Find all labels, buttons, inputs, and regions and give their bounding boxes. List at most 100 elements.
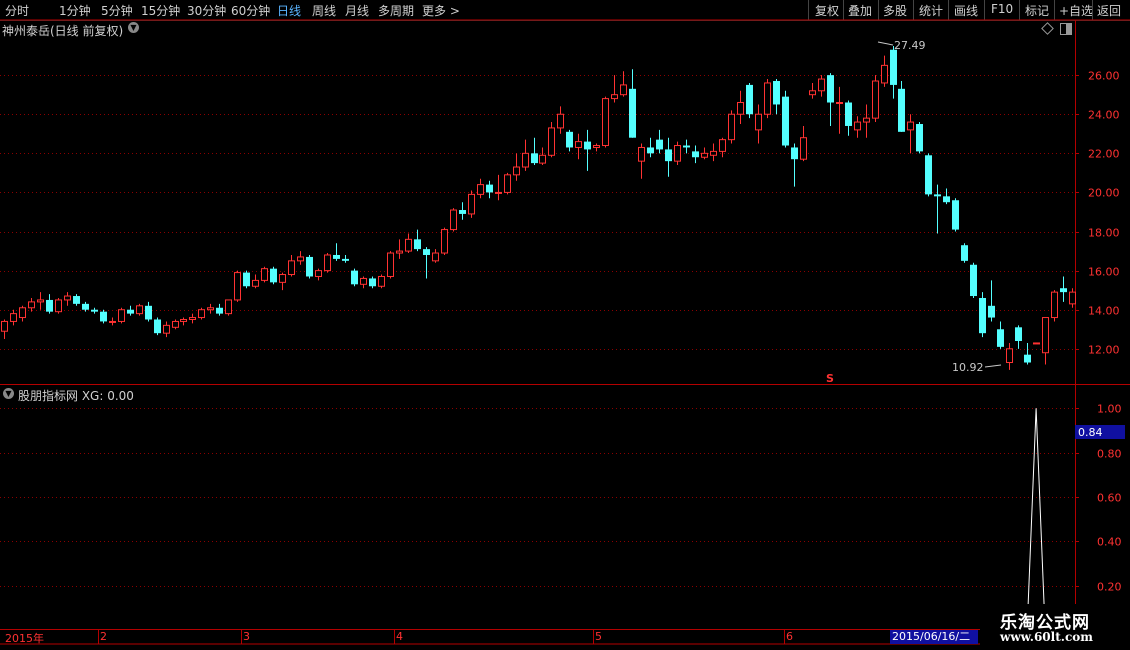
- candle-body: [369, 278, 376, 287]
- candle: [127, 305, 134, 316]
- candle-body: [216, 307, 223, 314]
- candle-body: [243, 272, 250, 287]
- candle: [1015, 325, 1022, 349]
- candle: [28, 297, 35, 312]
- candle-body: [163, 324, 170, 334]
- candle: [719, 137, 726, 158]
- candle-body: [234, 272, 241, 301]
- candle-body: [638, 146, 645, 162]
- candle: [539, 147, 546, 166]
- indicator-tick-label: 1.00: [1097, 403, 1122, 416]
- candle-body: [620, 84, 627, 96]
- candle: [836, 86, 843, 134]
- candle-body: [952, 200, 959, 230]
- price-axis: 26.00 24.00 22.00 20.00 18.00 16.00 14.00 12.00: [1075, 70, 1120, 357]
- date-label-jun: 6: [786, 630, 793, 643]
- candle: [827, 73, 834, 126]
- candle-body: [1006, 348, 1013, 363]
- candle-body: [315, 270, 322, 277]
- candle: [145, 301, 152, 322]
- candle-body: [970, 264, 977, 297]
- candle: [405, 233, 412, 254]
- price-tick-label: 18.00: [1088, 227, 1120, 240]
- candle: [495, 174, 502, 201]
- panel-toggle-icon[interactable]: [1060, 23, 1072, 35]
- candle: [1033, 342, 1040, 345]
- candle: [1060, 276, 1067, 302]
- chevron-down-icon[interactable]: ▼: [128, 22, 139, 33]
- candle-body: [225, 299, 232, 315]
- candle-body: [1, 320, 8, 332]
- candle-body: [773, 81, 780, 105]
- candle-body: [881, 64, 888, 84]
- candle-body: [279, 274, 286, 283]
- candle: [988, 280, 995, 322]
- logo-url: www.60lt.com: [1000, 630, 1093, 644]
- candle: [333, 243, 340, 261]
- kline-chart[interactable]: 26.00 24.00 22.00 20.00 18.00 16.00 14.00 12.00…: [0, 0, 1130, 650]
- candle: [172, 319, 179, 330]
- candle: [845, 100, 852, 136]
- candle: [432, 249, 439, 263]
- candle: [952, 198, 959, 232]
- candle: [324, 253, 331, 273]
- candle: [531, 137, 538, 166]
- candle-body: [477, 184, 484, 195]
- candle-body: [333, 254, 340, 259]
- candle: [1042, 317, 1049, 365]
- candle: [252, 274, 259, 289]
- date-label-may: 5: [595, 630, 602, 643]
- candle-body: [674, 145, 681, 162]
- candle-body: [118, 309, 125, 322]
- candle-body: [728, 113, 735, 141]
- candle-body: [145, 305, 152, 320]
- candle-body: [10, 313, 17, 322]
- candle-body: [91, 309, 98, 312]
- price-grid: [0, 75, 1075, 350]
- candle-body: [154, 319, 161, 334]
- candle: [898, 81, 905, 132]
- max-arrow-line: [877, 41, 894, 46]
- indicator-title: 股朋指标网 XG: 0.00: [18, 387, 134, 404]
- candle-body: [818, 78, 825, 92]
- candle-body: [324, 254, 331, 272]
- candle: [270, 266, 277, 285]
- candle-body: [414, 239, 421, 250]
- candle-body: [288, 260, 295, 276]
- candle-body: [548, 127, 555, 156]
- candle-body: [405, 238, 412, 252]
- candle-body: [82, 303, 89, 310]
- candle-body: [916, 124, 923, 152]
- candle-body: [961, 245, 968, 261]
- candle-body: [854, 121, 861, 131]
- price-tick-label: 22.00: [1088, 148, 1120, 161]
- candle: [575, 133, 582, 160]
- candle-body: [261, 268, 268, 281]
- indicator-spike: [1026, 408, 1046, 631]
- candle: [890, 46, 897, 99]
- candle-body: [423, 249, 430, 255]
- candle-body: [683, 145, 690, 148]
- candle-body: [387, 252, 394, 277]
- candle-body: [934, 194, 941, 197]
- candle-body: [602, 98, 609, 147]
- candle: [55, 297, 62, 314]
- candle: [154, 317, 161, 336]
- candle-body: [1024, 354, 1031, 363]
- candle: [387, 251, 394, 279]
- candle: [288, 254, 295, 277]
- candle-body: [907, 121, 914, 131]
- candle: [414, 229, 421, 252]
- candle: [818, 75, 825, 97]
- candle-body: [665, 149, 672, 162]
- candle-body: [701, 152, 708, 158]
- candle-body: [270, 268, 277, 283]
- candle: [136, 303, 143, 316]
- candle-body: [863, 117, 870, 123]
- candle-body: [252, 279, 259, 287]
- candle-body: [1060, 288, 1067, 293]
- candle-body: [198, 309, 205, 319]
- chevron-down-icon[interactable]: ▼: [3, 388, 14, 399]
- candle-body: [737, 102, 744, 115]
- candle-body: [845, 102, 852, 126]
